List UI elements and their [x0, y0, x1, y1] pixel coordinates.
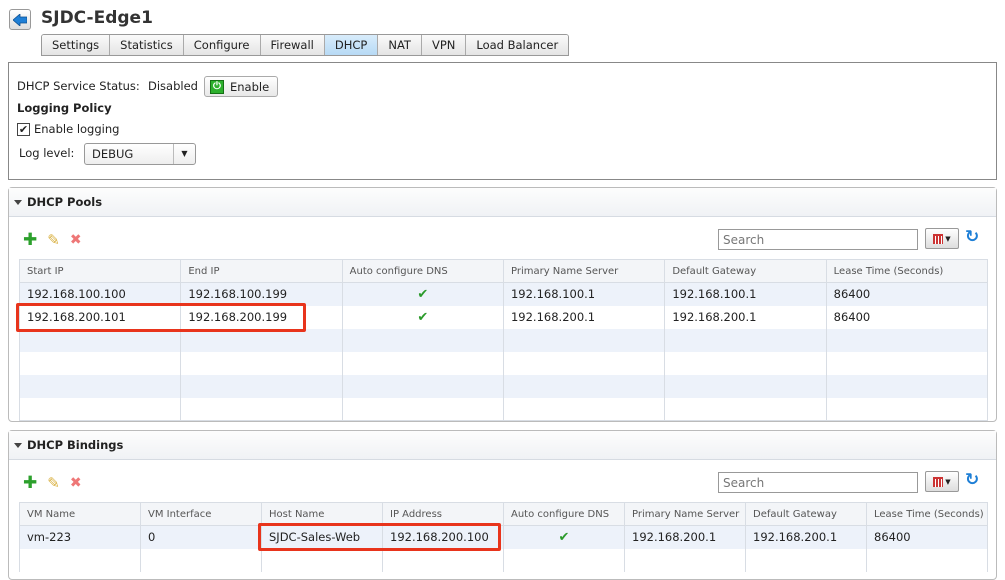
column-header[interactable]: Primary Name Server: [624, 502, 746, 526]
cell: 192.168.200.1: [502, 305, 666, 329]
tab-bar: Settings Statistics Configure Firewall D…: [41, 34, 570, 56]
tab-statistics[interactable]: Statistics: [110, 35, 184, 55]
column-header[interactable]: Start IP: [18, 259, 182, 283]
enable-button-label: Enable: [230, 79, 270, 94]
chevron-down-icon: ▼: [173, 144, 195, 164]
delete-icon[interactable]: ✖: [70, 475, 82, 491]
cell: 86400: [825, 282, 989, 306]
empty-row: [18, 351, 989, 375]
chevron-down-icon: ▼: [945, 234, 951, 243]
power-icon: ⏻: [210, 79, 224, 94]
cell: 192.168.100.1: [664, 282, 827, 306]
column-header[interactable]: Lease Time (Seconds): [825, 259, 989, 283]
pools-search-input[interactable]: [718, 229, 918, 250]
cell: 192.168.200.1: [664, 305, 827, 329]
enable-button[interactable]: ⏻ Enable: [204, 76, 279, 97]
chevron-down-icon: ▼: [945, 477, 951, 486]
column-header[interactable]: Auto configure DNS: [341, 259, 504, 283]
dhcp-pools-header[interactable]: DHCP Pools: [9, 188, 996, 217]
pools-columns-button[interactable]: ▼: [925, 228, 959, 249]
cell: vm-223: [19, 525, 141, 549]
grid-icon: [933, 476, 944, 487]
table-row[interactable]: vm-223 0 SJDC-Sales-Web 192.168.200.100 ✔ 192…: [19, 525, 988, 549]
column-header[interactable]: Lease Time (Seconds): [866, 502, 988, 526]
grid-icon: [933, 233, 944, 244]
log-level-value: DEBUG: [92, 147, 134, 161]
add-icon[interactable]: ✚: [23, 473, 37, 493]
cell: 192.168.200.1: [745, 525, 867, 549]
bindings-table: VM Name VM Interface Host Name IP Address Au…: [19, 502, 988, 572]
check-icon: ✔: [341, 282, 504, 306]
enable-logging-checkbox[interactable]: ✔: [17, 122, 30, 136]
tab-firewall[interactable]: Firewall: [260, 35, 325, 55]
log-level-label: Log level:: [19, 146, 75, 160]
enable-logging-label: Enable logging: [34, 122, 120, 136]
column-header[interactable]: Auto configure DNS: [503, 502, 625, 526]
cell: 0: [140, 525, 262, 549]
column-header[interactable]: Default Gateway: [664, 259, 827, 283]
cell: 86400: [825, 305, 989, 329]
tab-settings[interactable]: Settings: [42, 35, 111, 55]
column-header[interactable]: VM Name: [19, 502, 141, 526]
tab-dhcp[interactable]: DHCP: [324, 35, 379, 55]
bindings-search-input[interactable]: [718, 472, 918, 493]
service-status-value: Disabled: [148, 79, 198, 93]
highlight-box: [16, 303, 306, 332]
back-button[interactable]: [9, 9, 31, 30]
page-title: SJDC-Edge1: [41, 8, 153, 28]
tab-vpn[interactable]: VPN: [421, 35, 467, 55]
refresh-icon[interactable]: ↻: [965, 470, 979, 490]
tab-nat[interactable]: NAT: [378, 35, 422, 55]
column-header[interactable]: Primary Name Server: [502, 259, 666, 283]
empty-row: [18, 397, 989, 421]
add-icon[interactable]: ✚: [23, 230, 37, 250]
refresh-icon[interactable]: ↻: [965, 227, 979, 247]
highlight-box: [258, 523, 501, 551]
check-icon: ✔: [503, 525, 625, 549]
column-header[interactable]: Default Gateway: [745, 502, 867, 526]
column-header[interactable]: VM Interface: [140, 502, 262, 526]
bindings-columns-button[interactable]: ▼: [925, 471, 959, 492]
cell: 86400: [866, 525, 988, 549]
edit-icon[interactable]: ✎: [47, 231, 60, 249]
pools-table: Start IP End IP Auto configure DNS Primary …: [18, 259, 989, 421]
empty-row: [19, 548, 988, 572]
dhcp-settings-panel: DHCP Service Status: Disabled ⏻ Enable Lo…: [8, 62, 997, 180]
tab-configure[interactable]: Configure: [183, 35, 261, 55]
back-arrow-icon: [13, 13, 27, 26]
check-icon: ✔: [341, 305, 504, 329]
delete-icon[interactable]: ✖: [70, 232, 82, 248]
cell: 192.168.100.1: [502, 282, 666, 306]
edit-icon[interactable]: ✎: [47, 474, 60, 492]
tab-load-balancer[interactable]: Load Balancer: [466, 35, 569, 55]
dhcp-bindings-header[interactable]: DHCP Bindings: [9, 431, 996, 460]
column-header[interactable]: End IP: [180, 259, 343, 283]
empty-row: [18, 374, 989, 398]
service-status-label: DHCP Service Status:: [17, 79, 140, 93]
cell: 192.168.200.1: [624, 525, 746, 549]
log-level-select[interactable]: DEBUG ▼: [84, 143, 196, 165]
logging-policy-heading: Logging Policy: [17, 101, 112, 115]
